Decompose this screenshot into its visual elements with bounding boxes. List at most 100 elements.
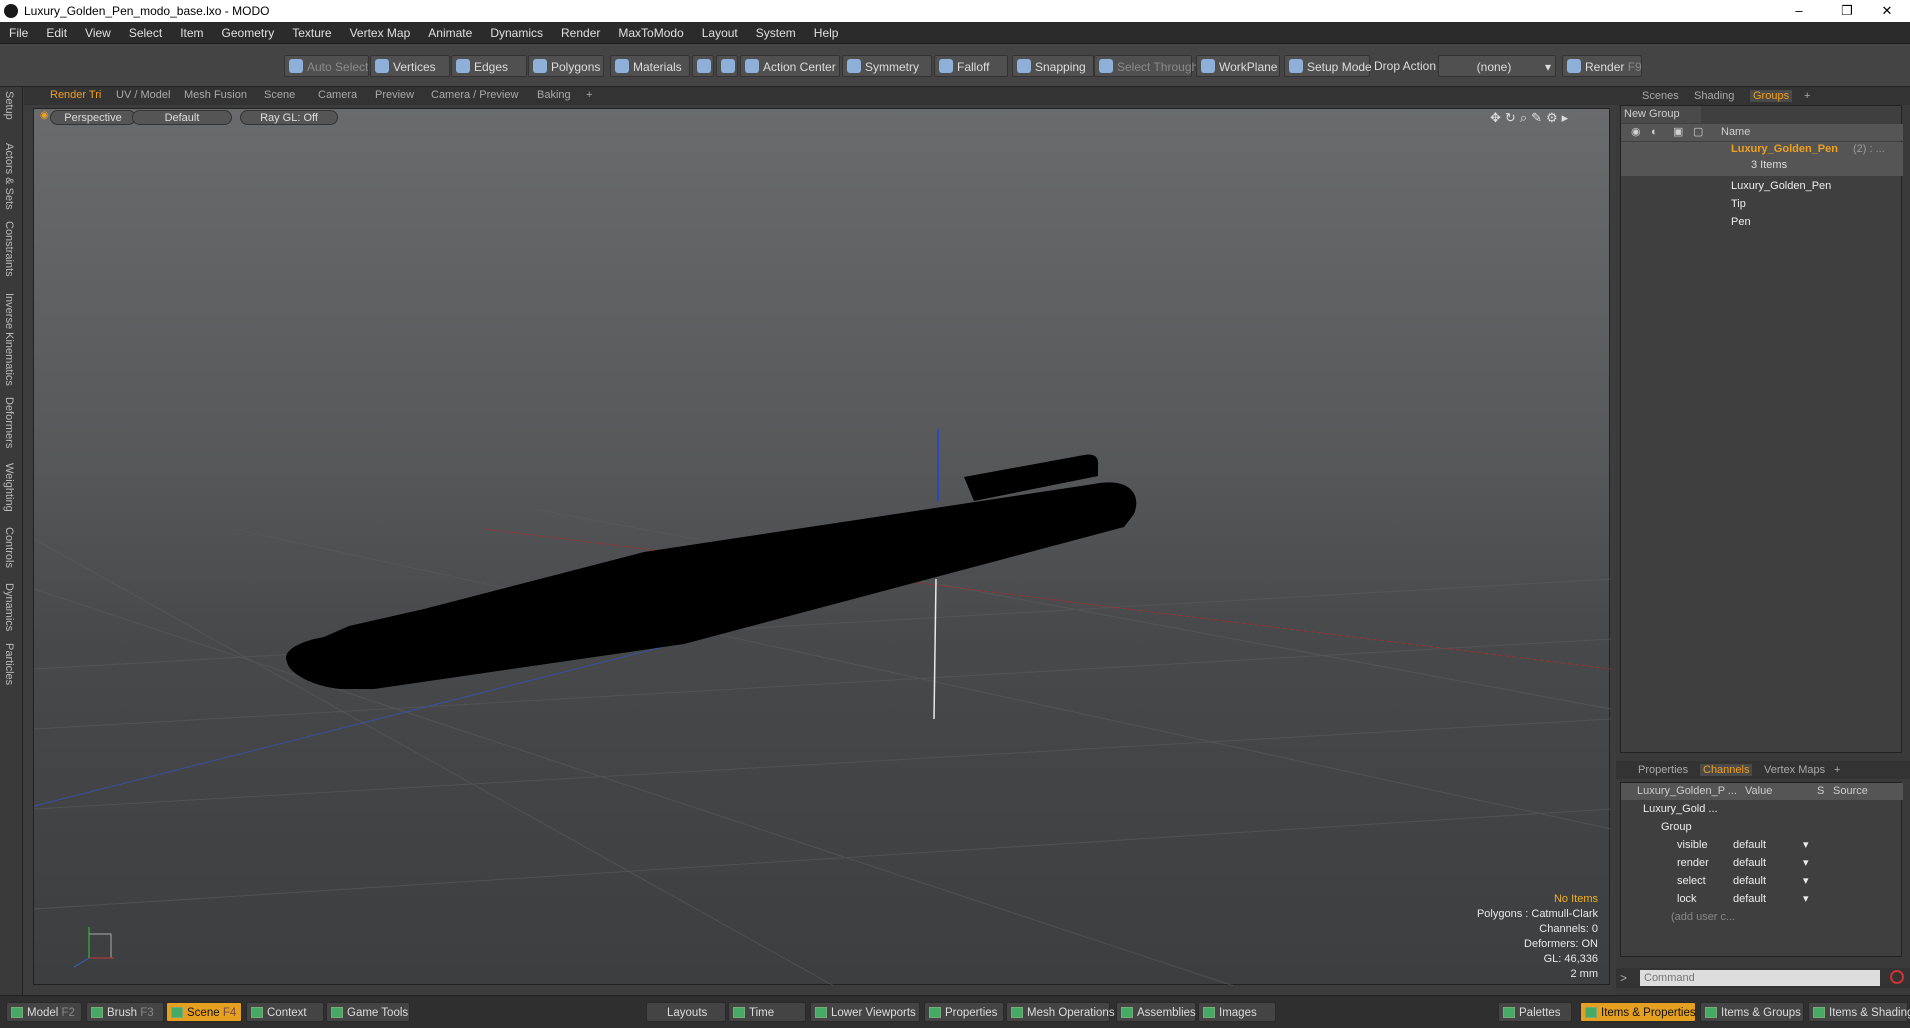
group-row[interactable]: Luxury_Golden_Pen (2) : ... 3 Items [1621,142,1903,176]
tab-inverse-kinematics[interactable]: Inverse Kinematics [3,293,15,386]
menu-vertex-map[interactable]: Vertex Map [341,22,420,44]
zoom-view-icon[interactable]: ⌕ [1520,110,1531,125]
shield-toggle-1[interactable] [692,55,714,77]
tab-channels[interactable]: Channels [1700,764,1753,776]
group-child-tip[interactable]: Tip [1731,196,1746,213]
add-tab-button[interactable]: + [586,89,592,101]
menu-edit[interactable]: Edit [37,22,76,44]
channel-row-visible[interactable]: visible default ▾ [1677,837,1877,854]
time-button[interactable]: Time [728,1002,806,1022]
menu-geometry[interactable]: Geometry [213,22,284,44]
close-button[interactable]: ✕ [1864,0,1910,22]
gear-icon[interactable]: ⚙ [1546,110,1562,125]
group-child-luxury-golden-pen[interactable]: Luxury_Golden_Pen [1731,178,1831,195]
raygl-toggle[interactable]: Ray GL: Off [240,110,338,125]
symmetry-button[interactable]: Symmetry [842,55,932,77]
rotate-view-icon[interactable]: ↻ [1505,110,1520,125]
menu-animate[interactable]: Animate [419,22,481,44]
tab-camera[interactable]: Camera [318,89,357,101]
menu-texture[interactable]: Texture [283,22,340,44]
menu-dynamics[interactable]: Dynamics [481,22,552,44]
tab-dynamics[interactable]: Dynamics [3,583,15,631]
tab-deformers[interactable]: Deformers [3,397,15,448]
properties-button[interactable]: Properties [924,1002,1004,1022]
drop-action-select[interactable]: (none) ▾ [1438,55,1556,77]
add-channel-tab-button[interactable]: + [1834,764,1840,776]
tab-actors-sets[interactable]: Actors & Sets [3,143,15,210]
vertices-button[interactable]: Vertices [370,55,450,77]
items-properties-button[interactable]: Items & Properties [1580,1002,1696,1022]
channel-row-lock[interactable]: lock default ▾ [1677,891,1877,908]
lower-viewports-button[interactable]: Lower Viewports [810,1002,920,1022]
auto-select-button[interactable]: Auto Select [284,55,369,77]
channel-item[interactable]: Luxury_Gold ... [1643,801,1718,818]
new-group-button[interactable]: New Group [1621,106,1701,123]
tab-properties[interactable]: Properties [1638,764,1688,776]
menu-help[interactable]: Help [805,22,848,44]
tab-constraints[interactable]: Constraints [3,221,15,277]
channel-group[interactable]: Group [1661,819,1692,836]
record-icon[interactable] [1890,970,1904,984]
falloff-button[interactable]: Falloff [934,55,1008,77]
scene-layout-button[interactable]: Scene F4 [166,1002,242,1022]
shield-toggle-2[interactable] [716,55,738,77]
tab-vertex-maps[interactable]: Vertex Maps [1764,764,1825,776]
tab-render-tri[interactable]: Render Tri [50,89,101,101]
tab-controls[interactable]: Controls [3,527,15,568]
command-input[interactable] [1640,970,1880,986]
shading-mode-selector[interactable]: Default [132,110,232,125]
menu-select[interactable]: Select [120,22,171,44]
tab-camera-preview[interactable]: Camera / Preview [431,89,518,101]
tab-preview[interactable]: Preview [375,89,414,101]
channel-row-select[interactable]: select default ▾ [1677,873,1877,890]
setup-mode-button[interactable]: Setup Mode [1284,55,1372,77]
menu-maxtomodo[interactable]: MaxToModo [609,22,692,44]
workplane-button[interactable]: WorkPlane [1196,55,1280,77]
menu-view[interactable]: View [76,22,120,44]
game-tools-layout-button[interactable]: Game Tools [326,1002,410,1022]
action-center-button[interactable]: Action Center [740,55,840,77]
mesh-operations-button[interactable]: Mesh Operations [1006,1002,1115,1022]
model-layout-button[interactable]: Model F2 [6,1002,82,1022]
polygons-button[interactable]: Polygons [528,55,604,77]
brush-layout-button[interactable]: Brush F3 [86,1002,164,1022]
snapping-button[interactable]: Snapping [1012,55,1094,77]
render-button[interactable]: Render F9 [1562,55,1642,77]
menu-layout[interactable]: Layout [693,22,747,44]
channel-row-render[interactable]: render default ▾ [1677,855,1877,872]
view-mode-selector[interactable]: Perspective [50,110,136,125]
items-shading-button[interactable]: Items & Shading [1808,1002,1910,1022]
add-right-tab-button[interactable]: + [1804,90,1810,102]
play-icon[interactable]: ▸ [1562,110,1573,125]
menu-render[interactable]: Render [552,22,609,44]
menu-system[interactable]: System [747,22,805,44]
tab-setup[interactable]: Setup [3,91,15,120]
context-layout-button[interactable]: Context [246,1002,324,1022]
tab-groups[interactable]: Groups [1750,90,1793,102]
tab-scenes[interactable]: Scenes [1642,90,1679,102]
minimize-button[interactable]: – [1776,0,1822,22]
tab-baking[interactable]: Baking [537,89,571,101]
tab-particles[interactable]: Particles [3,643,15,685]
tab-mesh-fusion[interactable]: Mesh Fusion [184,89,247,101]
tab-shading[interactable]: Shading [1694,90,1734,102]
palettes-button[interactable]: Palettes [1498,1002,1572,1022]
group-child-pen[interactable]: Pen [1731,214,1751,231]
tab-uv-model[interactable]: UV / Model [116,89,170,101]
3d-viewport[interactable] [33,108,1611,986]
add-user-channel[interactable]: (add user c... [1671,909,1735,926]
move-view-icon[interactable]: ✥ [1490,110,1505,125]
edges-button[interactable]: Edges [451,55,527,77]
tab-weighting[interactable]: Weighting [3,463,15,512]
layouts-button[interactable]: Layouts [646,1002,726,1022]
edit-view-icon[interactable]: ✎ [1531,110,1546,125]
select-through-button[interactable]: Select Through [1094,55,1198,77]
menu-file[interactable]: File [0,22,37,44]
menu-item[interactable]: Item [171,22,212,44]
tab-scene[interactable]: Scene [264,89,295,101]
items-groups-button[interactable]: Items & Groups [1700,1002,1804,1022]
viewport-menu-icon[interactable]: ◉ [40,110,49,121]
images-button[interactable]: Images [1198,1002,1276,1022]
assemblies-button[interactable]: Assemblies [1116,1002,1196,1022]
materials-button[interactable]: Materials [610,55,690,77]
